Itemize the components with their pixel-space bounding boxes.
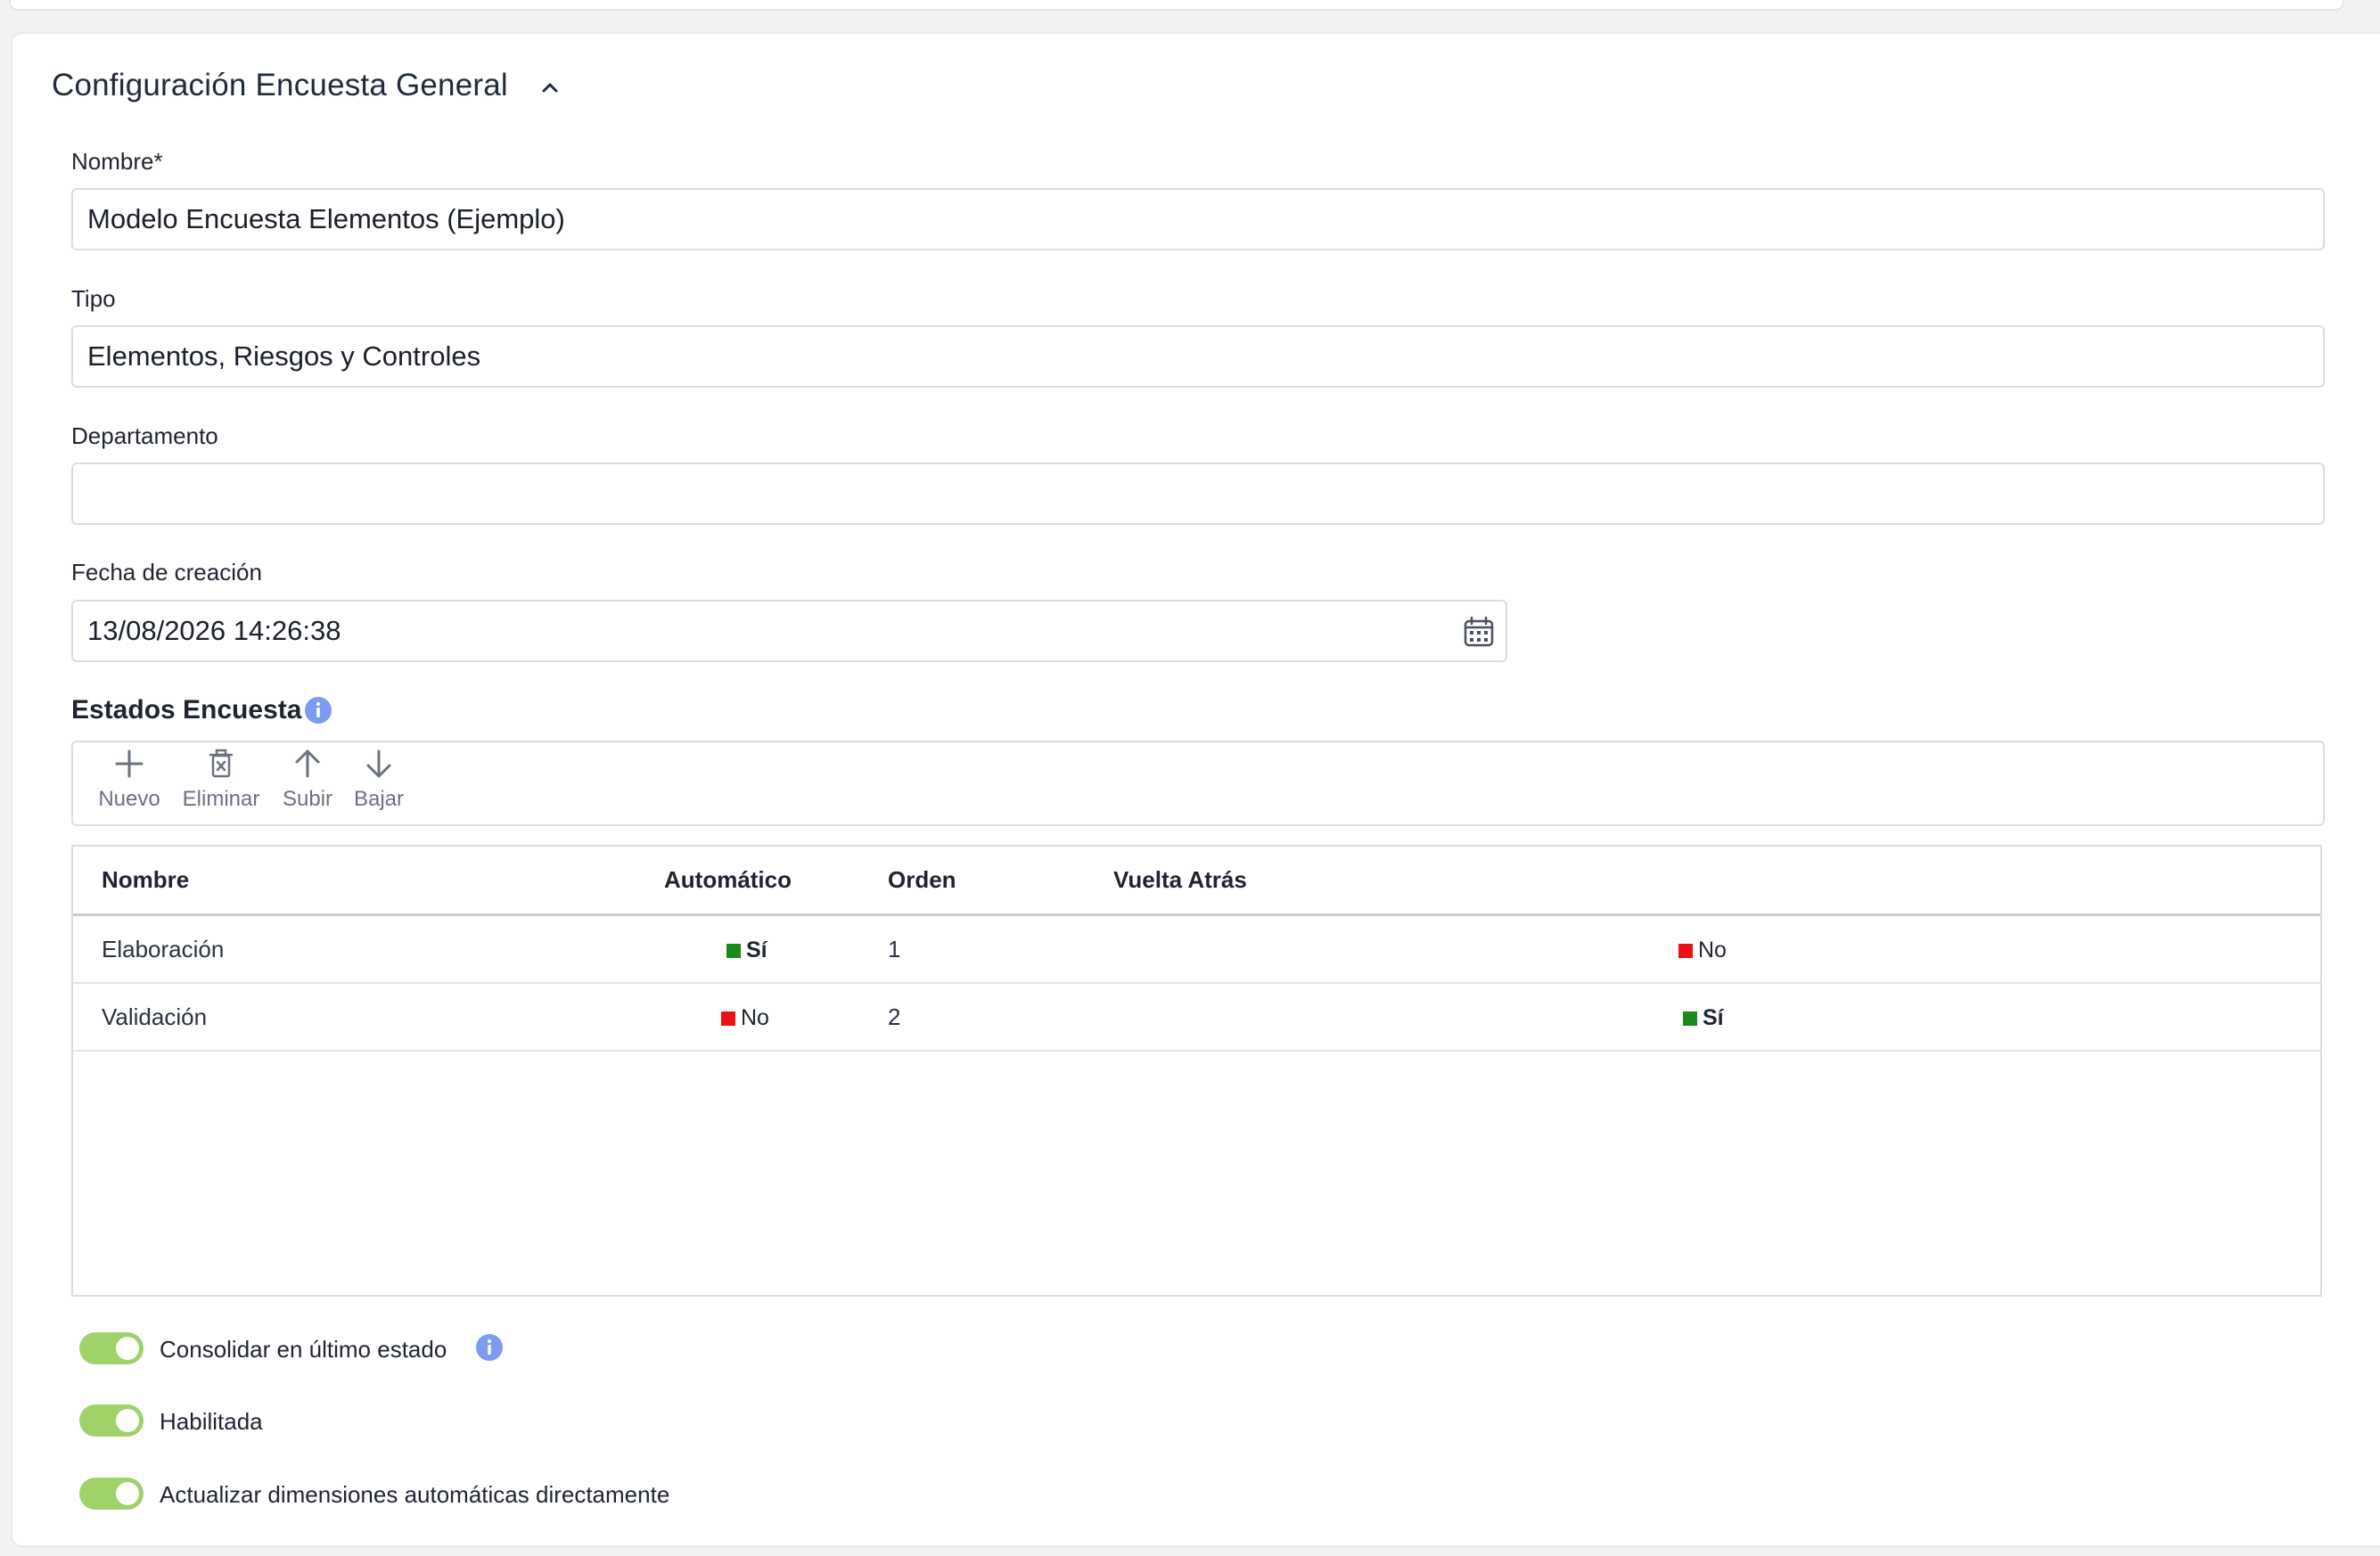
tipo-label: Tipo (71, 285, 116, 312)
info-icon[interactable] (304, 696, 332, 725)
eliminar-button[interactable]: Eliminar (176, 748, 266, 812)
arrow-up-icon (295, 749, 320, 778)
col-vuelta[interactable]: Vuelta Atrás (1113, 866, 1247, 894)
actualizar-label: Actualizar dimensiones automáticas direc… (160, 1481, 670, 1508)
consolidar-label: Consolidar en último estado (160, 1336, 447, 1363)
chevron-up-icon[interactable] (538, 75, 562, 100)
fecha-field[interactable]: 13/08/2026 14:26:38 (71, 600, 1507, 662)
status-square (721, 1011, 735, 1026)
consolidar-toggle[interactable] (79, 1332, 144, 1364)
info-icon[interactable] (475, 1333, 504, 1362)
cell-automatico: Sí (726, 938, 767, 963)
tipo-field[interactable]: Elementos, Riesgos y Controles (71, 325, 2325, 388)
estados-table: Nombre Automático Orden Vuelta Atrás Ela… (71, 845, 2322, 1297)
status-square (726, 943, 741, 958)
cell-vuelta-text: Sí (1703, 1005, 1724, 1030)
subir-button[interactable]: Subir (278, 748, 337, 812)
cell-automatico-text: Sí (746, 938, 767, 962)
bajar-label: Bajar (353, 787, 405, 811)
nombre-field[interactable]: Modelo Encuesta Elementos (Ejemplo) (71, 188, 2325, 250)
cell-nombre: Validación (102, 1003, 208, 1030)
cell-vuelta-text: No (1698, 938, 1727, 962)
estados-toolbar: Nuevo Eliminar Subir Bajar (71, 741, 2325, 826)
bajar-button[interactable]: Bajar (349, 748, 408, 812)
previous-section-card (9, 0, 2344, 11)
status-square (1678, 943, 1693, 958)
cell-automatico: No (721, 1005, 769, 1031)
toggle-knob (116, 1409, 139, 1432)
nombre-value: Modelo Encuesta Elementos (Ejemplo) (87, 203, 565, 234)
trash-icon (209, 749, 234, 778)
col-automatico[interactable]: Automático (664, 866, 792, 894)
status-square (1683, 1011, 1697, 1026)
nombre-label: Nombre* (71, 148, 163, 175)
table-row[interactable]: Validación No 2 Sí (73, 984, 2320, 1052)
col-orden[interactable]: Orden (888, 866, 956, 894)
toggle-knob (116, 1482, 139, 1505)
calendar-icon[interactable] (1463, 616, 1495, 648)
cell-orden: 1 (888, 936, 901, 962)
table-row[interactable]: Elaboración Sí 1 No (73, 916, 2320, 984)
habilitada-toggle[interactable] (79, 1404, 144, 1437)
nuevo-button[interactable]: Nuevo (94, 748, 164, 812)
nuevo-label: Nuevo (98, 787, 160, 811)
estados-title: Estados Encuesta (71, 695, 302, 725)
tipo-value: Elementos, Riesgos y Controles (87, 340, 481, 372)
table-header: Nombre Automático Orden Vuelta Atrás (73, 847, 2320, 916)
cell-orden: 2 (888, 1003, 901, 1030)
departamento-label: Departamento (71, 422, 218, 449)
cell-nombre: Elaboración (102, 936, 225, 962)
plus-icon (115, 749, 144, 778)
col-nombre[interactable]: Nombre (102, 866, 189, 894)
section-title: Configuración Encuesta General (52, 68, 508, 102)
cell-vuelta: Sí (1683, 1005, 1724, 1031)
habilitada-label: Habilitada (160, 1408, 263, 1435)
toggle-knob (116, 1337, 139, 1360)
cell-vuelta: No (1678, 938, 1727, 963)
eliminar-label: Eliminar (182, 787, 260, 811)
cell-automatico-text: No (741, 1005, 769, 1030)
departamento-field[interactable] (71, 463, 2325, 525)
actualizar-toggle[interactable] (79, 1478, 144, 1510)
subir-label: Subir (282, 787, 333, 811)
fecha-label: Fecha de creación (71, 559, 262, 586)
arrow-down-icon (366, 749, 391, 778)
fecha-value: 13/08/2026 14:26:38 (87, 615, 341, 646)
